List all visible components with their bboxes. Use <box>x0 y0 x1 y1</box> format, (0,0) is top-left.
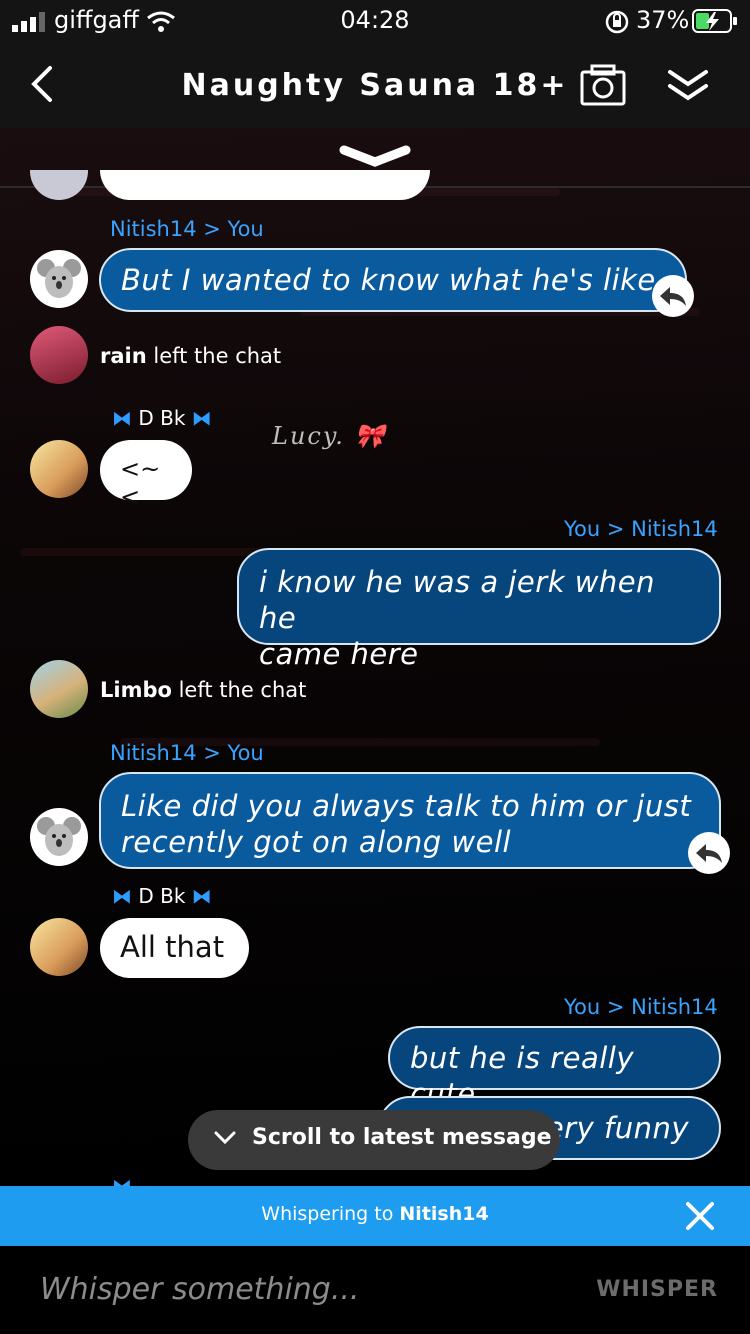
message-line: Like did you always talk to him or just <box>121 789 692 823</box>
message-bubble[interactable]: i know he was a jerk when he came here <box>237 548 721 671</box>
avatar[interactable] <box>30 918 88 976</box>
butterfly-icon: ⧓ <box>191 884 212 908</box>
message-bubble[interactable]: <~< <box>100 440 192 511</box>
watermark-text: Lucy. <box>272 422 345 450</box>
whisper-header: You > Nitish14 <box>564 995 718 1019</box>
butterfly-icon: ⧓ <box>112 406 132 430</box>
battery-icon <box>692 9 737 33</box>
status-bar: giffgaff 04:28 37% <box>0 0 750 44</box>
scroll-label: Scroll to latest message <box>252 1125 552 1150</box>
whisper-status: Whispering to Nitish14 <box>0 1203 750 1225</box>
reply-button[interactable] <box>652 275 694 317</box>
koala-icon <box>37 259 81 298</box>
rotation-lock-icon <box>605 10 629 34</box>
watermark: Lucy. 🎀 <box>272 422 386 450</box>
system-message: Limbo left the chat <box>100 678 306 702</box>
avatar[interactable] <box>30 808 88 866</box>
whisper-header: You > Nitish14 <box>564 517 718 541</box>
butterfly-icon: ⧓ <box>112 884 132 908</box>
message-bubble[interactable]: Like did you always talk to him or just … <box>99 772 721 869</box>
nickname-partial: ⧓ <box>112 1174 222 1186</box>
message-composer: Whisper something... WHISPER <box>0 1246 750 1334</box>
avatar[interactable] <box>30 440 88 498</box>
scroll-to-latest-button[interactable]: Scroll to latest message <box>188 1110 560 1170</box>
whisper-header: Nitish14 > You <box>110 741 264 765</box>
chat-header: Naughty Sauna 18+ <box>0 44 750 128</box>
partial-bubble <box>100 170 430 200</box>
whisper-header: Nitish14 > You <box>110 217 264 241</box>
message-bubble[interactable]: But I wanted to know what he's like <box>99 248 687 312</box>
whisper-button[interactable]: WHISPER <box>596 1277 718 1302</box>
avatar[interactable] <box>30 250 88 308</box>
koala-icon <box>37 817 81 856</box>
camera-icon[interactable] <box>580 64 626 106</box>
reply-button[interactable] <box>688 832 730 874</box>
whisper-target: Nitish14 <box>399 1203 489 1225</box>
message-bubble[interactable]: but he is really cute <box>388 1026 721 1111</box>
message-text: ery funny <box>545 1111 689 1145</box>
whisper-prefix: Whispering to <box>261 1203 400 1225</box>
message-line: recently got on along well <box>121 825 512 859</box>
avatar[interactable] <box>30 660 88 718</box>
message-line: i know he was a jerk when he <box>259 565 656 635</box>
reply-icon <box>696 844 722 863</box>
nickname-text: D Bk <box>138 406 186 430</box>
chat-title: Naughty Sauna 18+ <box>181 68 569 103</box>
close-icon[interactable] <box>684 1200 716 1232</box>
nickname-text: D Bk <box>138 884 186 908</box>
chevron-down-icon <box>214 1131 236 1145</box>
system-text: left the chat <box>171 678 307 702</box>
butterfly-icon: ⧓ <box>191 406 212 430</box>
butterfly-icon: ⧓ <box>112 1174 132 1186</box>
system-message: rain left the chat <box>100 344 281 368</box>
nickname: ⧓ D Bk ⧓ <box>112 884 212 908</box>
double-chevron-down-icon[interactable] <box>666 66 710 104</box>
battery-percent: 37% <box>636 6 690 34</box>
message-line: came here <box>259 637 419 671</box>
nickname: ⧓ D Bk ⧓ <box>112 406 212 430</box>
bow-icon: 🎀 <box>354 422 387 450</box>
chevron-down-icon[interactable] <box>338 142 412 170</box>
message-bubble[interactable]: All that <box>100 918 249 978</box>
avatar[interactable] <box>30 326 88 384</box>
reply-icon <box>660 287 686 306</box>
whisper-target-bar: Whispering to Nitish14 <box>0 1186 750 1246</box>
message-input[interactable]: Whisper something... <box>40 1272 359 1307</box>
system-text: left the chat <box>146 344 282 368</box>
username: Limbo <box>100 678 172 702</box>
username: rain <box>100 344 147 368</box>
